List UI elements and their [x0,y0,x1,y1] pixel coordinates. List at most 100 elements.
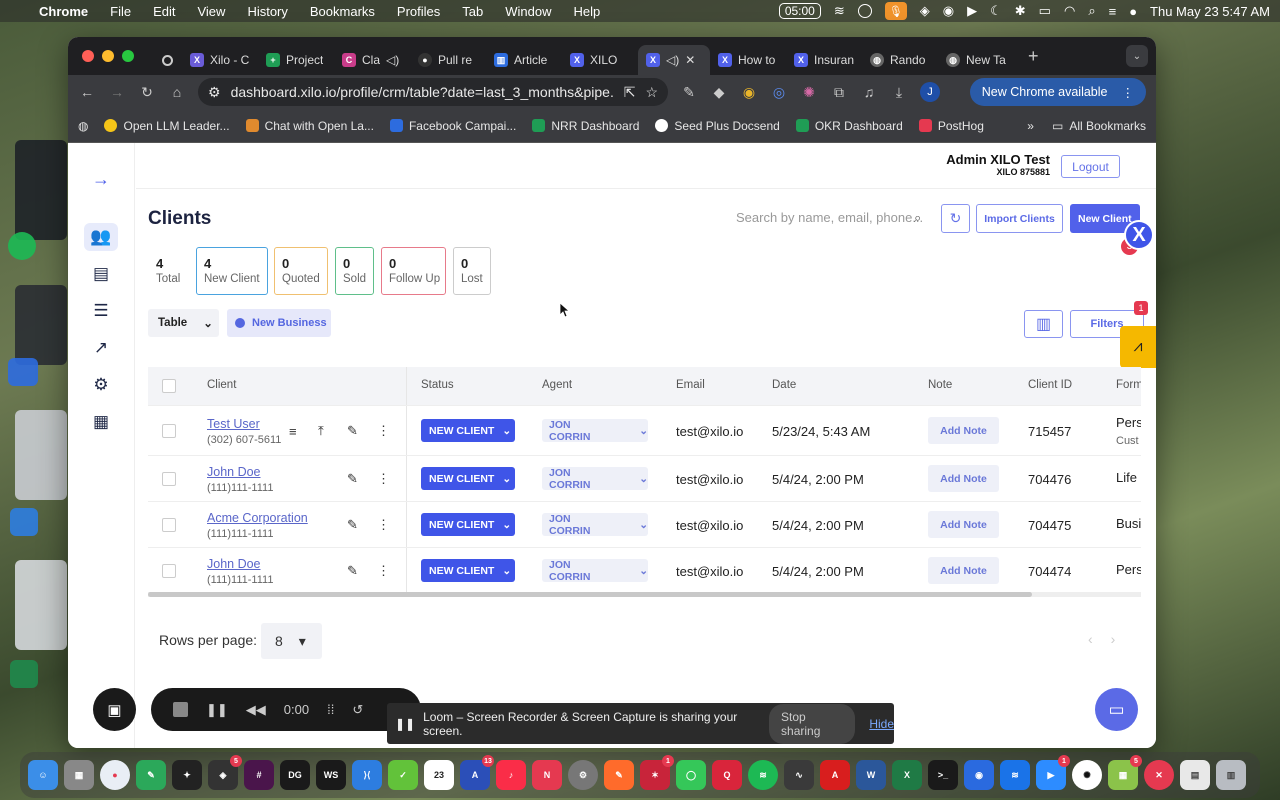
menu-file[interactable]: File [110,4,131,19]
menu-tab[interactable]: Tab [462,4,483,19]
agent-dropdown[interactable]: JON CORRIN ⌄ [542,513,648,537]
add-note-button[interactable]: Add Note [928,417,999,444]
puzzle-icon[interactable]: ⧉ [830,84,848,101]
open-external-icon[interactable]: ⇱ [624,84,636,101]
tab-item[interactable] [154,45,182,75]
menu-view[interactable]: View [197,4,225,19]
tab-item-active[interactable]: X ◁) ✕ [638,45,710,75]
launchpad-icon[interactable]: ▦ [64,760,94,790]
layers-icon[interactable]: ◈ [920,3,930,19]
stat-lost[interactable]: 0 Lost [453,247,491,295]
row-checkbox[interactable] [162,518,176,532]
tab-item[interactable]: C Cla ◁) [334,45,410,75]
sidebar-item-pipeline[interactable]: ☰ [84,297,118,325]
client-name-link[interactable]: John Doe [207,557,261,571]
refresh-button[interactable]: ↻ [941,204,970,233]
bluetooth-icon[interactable]: ✱ [1015,3,1026,19]
tab-item[interactable]: X How to [710,45,786,75]
reload-icon[interactable]: ↻ [138,84,156,101]
add-note-button[interactable]: Add Note [928,465,999,492]
edit-icon[interactable]: ✎ [347,471,358,487]
column-header-client-id[interactable]: Client ID [1028,379,1072,391]
word-icon[interactable]: W [856,760,886,790]
spotify-icon[interactable]: ≋ [748,760,778,790]
datagrip-icon[interactable]: DG [280,760,310,790]
figma-icon[interactable]: ✦ [172,760,202,790]
stat-total[interactable]: 4 Total [148,247,188,295]
row-checkbox[interactable] [162,564,176,578]
more-vertical-icon[interactable]: ⋮ [377,423,390,439]
files-app-icon[interactable]: ▦ 5 [1108,755,1142,790]
close-tab-icon[interactable]: ✕ [685,53,695,67]
tab-item[interactable]: X Insuran [786,45,862,75]
stop-recording-icon[interactable] [173,702,188,717]
more-vertical-icon[interactable]: ⋮ [377,563,390,579]
bookmark-item[interactable]: PostHog [918,119,984,133]
table-row[interactable]: Test User (302) 607-5611 ≡ ⤒ ✎ ⋮ NEW CLI… [148,405,1141,455]
add-note-button[interactable]: Add Note [928,511,999,538]
select-all-checkbox[interactable] [162,379,176,393]
music-icon[interactable]: ♪ [496,760,526,790]
maximize-window-button[interactable] [122,50,134,62]
edit-icon[interactable]: ✎ [347,517,358,533]
checklist-icon[interactable]: ✓ [388,760,418,790]
status-dropdown[interactable]: NEW CLIENT ⌄ [421,513,515,536]
speaker-icon[interactable]: ◁) [386,53,399,67]
status-dropdown[interactable]: NEW CLIENT ⌄ [421,419,515,442]
bookmark-item[interactable]: OKR Dashboard [795,119,903,133]
import-clients-button[interactable]: Import Clients [976,204,1063,233]
edit-icon[interactable]: ✎ [347,563,358,579]
forward-icon[interactable]: → [108,84,126,100]
add-note-button[interactable]: Add Note [928,557,999,584]
siri-icon[interactable]: ● [1129,4,1137,19]
pause-icon[interactable]: ❚❚ [206,702,228,718]
bookmark-item[interactable]: NRR Dashboard [532,119,639,133]
rewind-icon[interactable]: ◀◀ [246,702,266,718]
url-text[interactable]: dashboard.xilo.io/profile/crm/table?date… [231,84,614,100]
tab-item[interactable]: + Project [258,45,334,75]
globe-icon[interactable]: ◍ [78,119,88,133]
extension-icon[interactable]: ✺ [800,84,818,101]
profile-avatar[interactable]: J [920,82,940,102]
acrobat-icon[interactable]: A [820,760,850,790]
next-page-icon[interactable]: › [1111,631,1134,647]
menu-help[interactable]: Help [574,4,601,19]
kebab-menu-icon[interactable]: ⋮ [1122,85,1135,100]
menu-window[interactable]: Window [505,4,551,19]
horizontal-scrollbar[interactable] [148,592,1141,597]
activity-monitor-icon[interactable]: ∿ [784,760,814,790]
system-settings-icon[interactable]: ⚙ [568,760,598,790]
onepassword-icon[interactable]: ◎ [770,84,788,101]
chrome-icon[interactable]: ● [100,760,130,790]
play-circle-icon[interactable]: ▶ [967,3,977,19]
logout-button[interactable]: Logout [1061,155,1120,178]
waves-app-icon[interactable]: ≋ [1000,760,1030,790]
search-icon[interactable]: ⌕ [914,210,921,226]
column-header-note[interactable]: Note [928,379,952,391]
trash-icon[interactable]: ▥ [1216,760,1246,790]
stream-icon[interactable]: ≋ [834,3,845,19]
scrollbar-thumb[interactable] [148,592,1032,597]
row-checkbox[interactable] [162,424,176,438]
table-row[interactable]: John Doe (111)111-1111 ✎ ⋮ NEW CLIENT ⌄ J… [148,547,1141,593]
stop-sharing-button[interactable]: Stop sharing [769,703,856,744]
sidebar-item-analytics[interactable]: ↗ [84,334,118,362]
network-icon[interactable]: ◉ [964,760,994,790]
loom-camera-button[interactable]: ▣ [93,688,136,731]
xilo-assistant-icon[interactable]: X [1124,220,1154,250]
menu-app-name[interactable]: Chrome [39,4,88,19]
search-icon[interactable]: ⌕ [1088,3,1095,19]
hide-link[interactable]: Hide [869,717,894,731]
menu-clock[interactable]: Thu May 23 5:47 AM [1150,4,1270,19]
column-header-date[interactable]: Date [772,379,796,391]
new-tab-button[interactable]: + [1028,46,1039,67]
wifi-icon[interactable]: ◠ [1064,3,1075,19]
chatgpt-icon[interactable]: ✺ [1072,760,1102,790]
recording-timer[interactable]: 05:00 [778,3,821,19]
pen-extension-icon[interactable]: ✎ [680,84,698,101]
bookmark-item[interactable]: Chat with Open La... [245,119,374,133]
battery-icon[interactable]: ▭ [1039,3,1051,19]
column-header-client[interactable]: Client [207,379,236,391]
bookmark-item[interactable]: Open LLM Leader... [104,119,230,133]
tab-item[interactable]: ● Pull re [410,45,486,75]
